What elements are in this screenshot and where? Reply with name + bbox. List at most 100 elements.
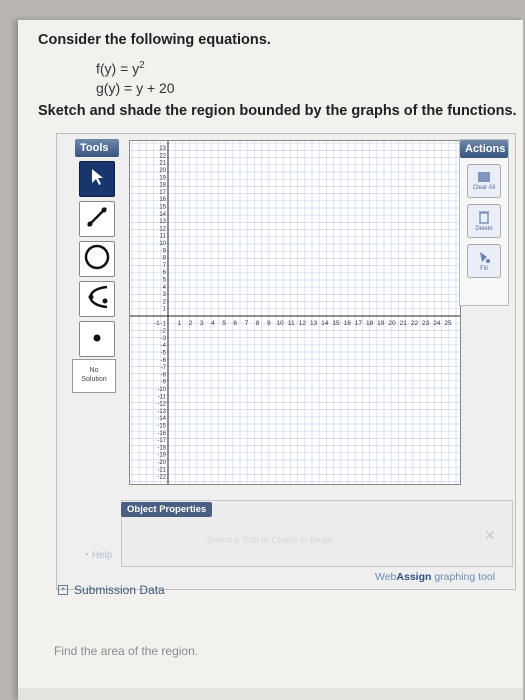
fill-button[interactable]: Fill	[467, 244, 501, 278]
pointer-tool-button[interactable]	[79, 161, 115, 197]
y-tick-label: 6	[163, 270, 167, 276]
help-link[interactable]: ◔ Help	[83, 550, 112, 561]
y-tick-label: 13	[159, 219, 166, 225]
equation-g-label: g(y) = y + 20	[96, 80, 175, 96]
y-tick-label: 5	[163, 278, 167, 284]
y-tick-label: -14	[157, 416, 166, 422]
y-tick-label: 11	[160, 234, 167, 240]
y-tick-label: 3	[163, 292, 167, 298]
graphing-tool: Tools No Solution -1 1 2 3 4 5 6 7 8 9 1…	[56, 133, 516, 590]
clear-icon	[477, 171, 491, 185]
x-tick-label: 7	[245, 320, 249, 327]
fill-icon	[477, 250, 491, 266]
object-properties-tab[interactable]: Object Properties	[121, 502, 213, 517]
delete-button[interactable]: Delete	[467, 204, 501, 238]
y-tick-label: -17	[157, 438, 166, 444]
x-tick-label: 16	[344, 320, 352, 327]
brand-name: Assign	[396, 571, 432, 583]
equation-g: g(y) = y + 20	[96, 80, 175, 96]
equation-f: f(y) = y2	[96, 60, 145, 77]
instruction-text: Sketch and shade the region bounded by t…	[38, 103, 517, 119]
help-icon: ◔	[83, 550, 90, 561]
x-tick-label: 21	[400, 320, 408, 327]
y-tick-label: -7	[161, 365, 167, 371]
x-tick-label: 18	[366, 320, 374, 327]
y-tick-label: -9	[161, 380, 167, 386]
y-tick-label: -18	[157, 445, 166, 451]
y-tick-label: 15	[159, 205, 166, 211]
submission-data-toggle[interactable]: + Submission Data	[58, 583, 165, 597]
y-tick-label: 2	[163, 299, 167, 305]
y-tick-label: -6	[161, 358, 167, 364]
actions-header: Actions	[460, 140, 508, 158]
y-tick-label: -10	[157, 387, 166, 393]
object-properties-hint: Select a Tool or Object to Begin	[207, 535, 333, 545]
tools-header: Tools	[75, 139, 119, 157]
circle-icon	[83, 243, 111, 276]
x-tick-label: 25	[444, 320, 452, 327]
x-tick-label: 20	[388, 320, 396, 327]
y-tick-label: 22	[159, 153, 166, 159]
y-tick-label: -21	[157, 467, 166, 473]
y-tick-label: 23	[159, 146, 166, 152]
equation-f-exponent: 2	[139, 60, 145, 71]
y-tick-label: -16	[157, 431, 166, 437]
x-tick-label: 11	[288, 320, 295, 327]
y-tick-label: 12	[159, 226, 166, 232]
no-solution-label-2: Solution	[81, 376, 107, 383]
help-label: Help	[91, 550, 113, 561]
y-tick-label: -2	[161, 329, 167, 335]
y-tick-label: -15	[157, 424, 166, 430]
bottom-strip	[18, 688, 523, 700]
y-tick-label: 17	[159, 190, 166, 196]
y-tick-label: 4	[163, 285, 167, 291]
y-tick-label: 21	[159, 161, 166, 167]
no-solution-button[interactable]: No Solution	[72, 359, 116, 393]
x-tick-label: 8	[256, 320, 260, 327]
y-tick-label: 18	[159, 183, 166, 189]
clear-all-button[interactable]: Clear All	[467, 164, 501, 198]
y-tick-label: -20	[157, 460, 166, 466]
point-tool-button[interactable]	[79, 321, 115, 357]
line-tool-button[interactable]	[79, 201, 115, 237]
x-tick-label: 3	[200, 320, 204, 327]
point-icon	[92, 330, 102, 348]
y-tick-label: 16	[159, 197, 166, 203]
x-tick-label: 4	[211, 320, 215, 327]
line-icon	[84, 204, 110, 235]
circle-tool-button[interactable]	[79, 241, 115, 277]
x-tick-label: 15	[332, 320, 340, 327]
x-tick-label: 22	[411, 320, 419, 327]
pointer-icon	[89, 168, 105, 191]
parabola-icon	[83, 283, 111, 316]
y-tick-label: 19	[159, 175, 166, 181]
no-solution-label-1: No	[89, 367, 99, 374]
y-tick-label: -4	[161, 343, 167, 349]
y-tick-label: -3	[161, 336, 167, 342]
delete-label: Delete	[475, 226, 493, 232]
y-tick-label: 14	[159, 212, 166, 218]
x-tick-label: 10	[276, 320, 284, 327]
trash-icon	[478, 210, 490, 226]
actions-panel: Actions Clear All Delete Fill	[459, 139, 509, 306]
find-area-prompt: Find the area of the region.	[54, 644, 199, 658]
graph-canvas[interactable]: -1 1 2 3 4 5 6 7 8 9 10 11 12 13 14 15 16 17 18 19 20 21 22 23 2…	[129, 140, 461, 485]
y-tick-label: -5	[161, 351, 167, 357]
fill-label: Fill	[480, 266, 488, 272]
parabola-tool-button[interactable]	[79, 281, 115, 317]
graph-grid[interactable]: -1 1 2 3 4 5 6 7 8 9 10 11 12 13 14 15 16 17 18 19 20 21 22 23 2…	[130, 141, 460, 484]
close-icon[interactable]: ✕	[484, 527, 496, 544]
y-tick-label: -1	[161, 321, 167, 327]
y-tick-label: -22	[157, 475, 166, 481]
x-tick-label: 19	[377, 320, 385, 327]
x-tick-label: 14	[321, 320, 329, 327]
x-tick-label: 5	[222, 320, 226, 327]
x-tick-label: -1	[154, 320, 160, 327]
x-tick-label: 1	[177, 320, 181, 327]
x-tick-label: 13	[310, 320, 318, 327]
y-tick-label: 20	[159, 168, 166, 174]
webassign-brand: WebAssign graphing tool	[375, 571, 495, 583]
x-tick-label: 12	[299, 320, 307, 327]
y-tick-label: 1	[163, 307, 167, 313]
x-tick-label: 17	[355, 320, 363, 327]
